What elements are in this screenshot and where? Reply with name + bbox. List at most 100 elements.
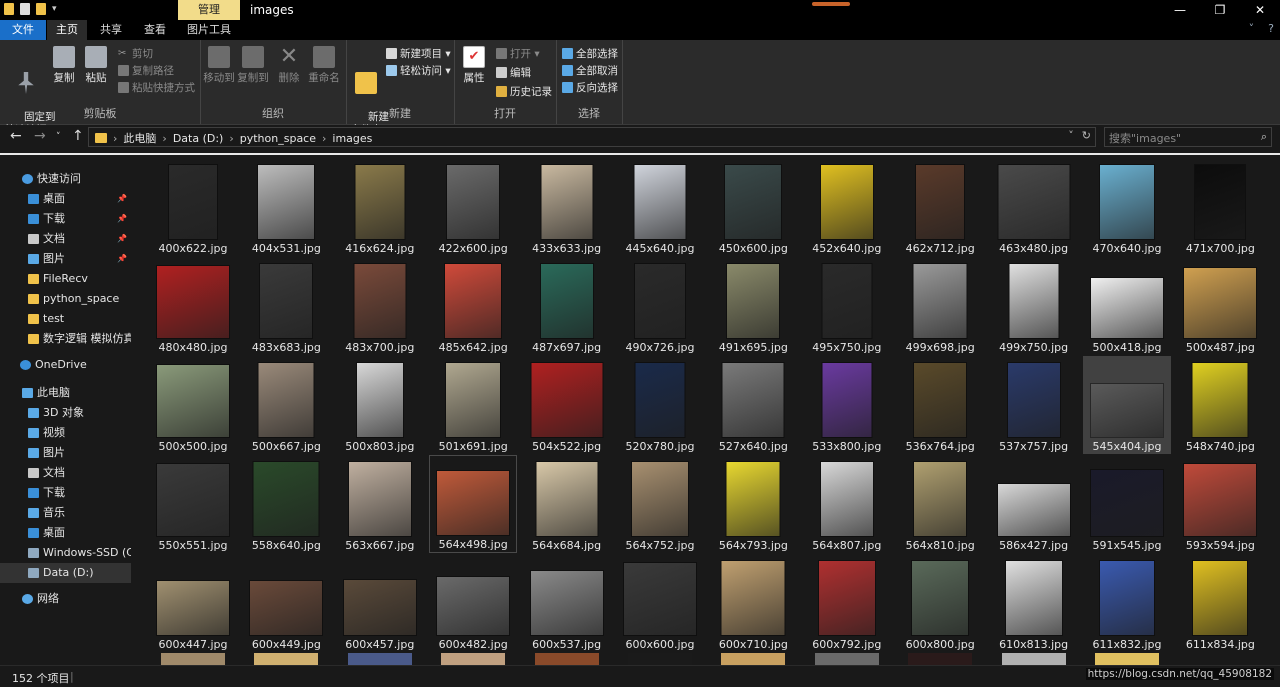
breadcrumb-data-drive[interactable]: Data (D:) bbox=[173, 132, 224, 145]
file-item[interactable]: 611x832.jpg bbox=[1083, 554, 1171, 652]
file-item[interactable]: 600x792.jpg bbox=[803, 554, 891, 652]
open-button[interactable]: 打开 ▾ bbox=[496, 46, 540, 61]
chevron-right-icon[interactable]: › bbox=[113, 132, 117, 145]
file-item[interactable]: 564x793.jpg bbox=[709, 455, 797, 553]
tab-view[interactable]: 查看 bbox=[135, 20, 175, 40]
file-item[interactable]: 600x482.jpg bbox=[429, 554, 517, 652]
file-item[interactable]: 499x750.jpg bbox=[990, 257, 1078, 355]
tab-share[interactable]: 共享 bbox=[91, 20, 131, 40]
file-item[interactable]: 564x810.jpg bbox=[896, 455, 984, 553]
collapse-ribbon-icon[interactable]: ˅ bbox=[1249, 22, 1255, 35]
recent-locations-icon[interactable]: ˅ bbox=[56, 132, 61, 142]
copy-button[interactable]: 复制 bbox=[50, 46, 78, 85]
pin-icon[interactable]: 📌 bbox=[117, 209, 127, 229]
nav-item[interactable]: Windows-SSD (C:) bbox=[0, 543, 131, 563]
file-item[interactable]: 520x780.jpg bbox=[616, 356, 704, 454]
pin-icon[interactable]: 📌 bbox=[117, 229, 127, 249]
cut-button[interactable]: ✂ 剪切 bbox=[118, 46, 153, 61]
nav-item[interactable]: 快速访问 bbox=[0, 169, 131, 189]
file-item[interactable]: 564x752.jpg bbox=[616, 455, 704, 553]
up-button[interactable]: ↑ bbox=[72, 128, 84, 144]
file-item[interactable]: 483x700.jpg bbox=[336, 257, 424, 355]
file-item[interactable]: 533x800.jpg bbox=[803, 356, 891, 454]
file-item[interactable]: 487x697.jpg bbox=[523, 257, 611, 355]
new-item-button[interactable]: 新建项目 ▾ bbox=[386, 46, 451, 61]
paste-button[interactable]: 粘贴 bbox=[82, 46, 110, 85]
minimize-button[interactable]: — bbox=[1160, 0, 1200, 20]
pin-icon[interactable]: 📌 bbox=[117, 189, 127, 209]
file-item[interactable]: 600x800.jpg bbox=[896, 554, 984, 652]
copy-path-button[interactable]: 复制路径 bbox=[118, 63, 174, 78]
delete-button[interactable]: ✕ 删除 bbox=[276, 46, 302, 85]
maximize-button[interactable]: ❐ bbox=[1200, 0, 1240, 20]
customize-toolbar-icon[interactable]: ▾ bbox=[52, 3, 62, 15]
file-item[interactable]: 490x726.jpg bbox=[616, 257, 704, 355]
help-icon[interactable]: ? bbox=[1268, 22, 1274, 35]
file-item[interactable]: 433x633.jpg bbox=[523, 158, 611, 256]
nav-item[interactable]: 桌面 bbox=[0, 523, 131, 543]
search-input[interactable]: 搜索"images" ⌕ bbox=[1104, 127, 1272, 147]
address-bar[interactable]: › 此电脑 › Data (D:) › python_space › image… bbox=[88, 127, 1096, 147]
forward-button[interactable]: → bbox=[34, 128, 46, 144]
chevron-right-icon[interactable]: › bbox=[162, 132, 166, 145]
file-item[interactable]: 404x531.jpg bbox=[242, 158, 330, 256]
nav-item[interactable]: 视频 bbox=[0, 423, 131, 443]
nav-item[interactable]: 3D 对象 bbox=[0, 403, 131, 423]
breadcrumb-images[interactable]: images bbox=[332, 132, 372, 145]
nav-item[interactable]: 下载 📌 bbox=[0, 209, 131, 229]
file-item[interactable]: 564x807.jpg bbox=[803, 455, 891, 553]
file-item[interactable]: 563x667.jpg bbox=[336, 455, 424, 553]
file-item[interactable]: 499x698.jpg bbox=[896, 257, 984, 355]
move-to-button[interactable]: 移动到 bbox=[202, 46, 236, 85]
file-item[interactable]: 600x600.jpg bbox=[616, 554, 704, 652]
file-item[interactable]: 471x700.jpg bbox=[1176, 158, 1264, 256]
file-item[interactable]: 400x622.jpg bbox=[149, 158, 237, 256]
file-item[interactable]: 610x813.jpg bbox=[990, 554, 1078, 652]
file-item[interactable]: 501x691.jpg bbox=[429, 356, 517, 454]
folder-icon[interactable] bbox=[4, 3, 14, 15]
file-item[interactable]: 495x750.jpg bbox=[803, 257, 891, 355]
tab-home[interactable]: 主页 bbox=[47, 20, 87, 40]
breadcrumb-this-pc[interactable]: 此电脑 bbox=[123, 130, 156, 146]
file-item[interactable]: 504x522.jpg bbox=[523, 356, 611, 454]
copy-to-button[interactable]: 复制到 bbox=[236, 46, 270, 85]
file-item[interactable]: 422x600.jpg bbox=[429, 158, 517, 256]
file-item[interactable]: 483x683.jpg bbox=[242, 257, 330, 355]
file-item[interactable]: 586x427.jpg bbox=[990, 455, 1078, 553]
nav-item[interactable]: OneDrive bbox=[0, 355, 131, 375]
close-button[interactable]: ✕ bbox=[1240, 0, 1280, 20]
file-item[interactable]: 450x600.jpg bbox=[709, 158, 797, 256]
nav-item[interactable]: 文档 📌 bbox=[0, 229, 131, 249]
file-item[interactable]: 462x712.jpg bbox=[896, 158, 984, 256]
file-item[interactable]: 591x545.jpg bbox=[1083, 455, 1171, 553]
refresh-icon[interactable]: ↻ bbox=[1082, 129, 1091, 142]
file-item[interactable]: 600x537.jpg bbox=[523, 554, 611, 652]
file-item[interactable]: 548x740.jpg bbox=[1176, 356, 1264, 454]
file-item[interactable]: 537x757.jpg bbox=[990, 356, 1078, 454]
invert-selection-button[interactable]: 反向选择 bbox=[562, 80, 618, 95]
file-item[interactable]: 500x500.jpg bbox=[149, 356, 237, 454]
nav-item[interactable]: 数字逻辑 模拟仿真软 bbox=[0, 329, 131, 349]
file-item[interactable]: 527x640.jpg bbox=[709, 356, 797, 454]
nav-item[interactable]: 下载 bbox=[0, 483, 131, 503]
rename-button[interactable]: 重命名 bbox=[306, 46, 342, 85]
address-history-icon[interactable]: ˅ bbox=[1068, 129, 1074, 142]
select-none-button[interactable]: 全部取消 bbox=[562, 63, 618, 78]
new-folder-icon[interactable] bbox=[36, 3, 46, 15]
select-all-button[interactable]: 全部选择 bbox=[562, 46, 618, 61]
tab-file[interactable]: 文件 bbox=[0, 20, 46, 40]
tab-picture-tools[interactable]: 图片工具 bbox=[180, 20, 238, 40]
file-item[interactable]: 480x480.jpg bbox=[149, 257, 237, 355]
file-item[interactable]: 564x684.jpg bbox=[523, 455, 611, 553]
edit-button[interactable]: 编辑 bbox=[496, 65, 531, 80]
file-item[interactable]: 593x594.jpg bbox=[1176, 455, 1264, 553]
file-item[interactable]: 485x642.jpg bbox=[429, 257, 517, 355]
nav-item[interactable]: python_space bbox=[0, 289, 131, 309]
file-item[interactable]: 600x457.jpg bbox=[336, 554, 424, 652]
file-item[interactable]: 445x640.jpg bbox=[616, 158, 704, 256]
nav-item[interactable]: 桌面 📌 bbox=[0, 189, 131, 209]
easy-access-button[interactable]: 轻松访问 ▾ bbox=[386, 63, 451, 78]
paste-shortcut-button[interactable]: 粘贴快捷方式 bbox=[118, 80, 195, 95]
nav-item[interactable]: Data (D:) bbox=[0, 563, 131, 583]
file-item[interactable]: 611x834.jpg bbox=[1176, 554, 1264, 652]
